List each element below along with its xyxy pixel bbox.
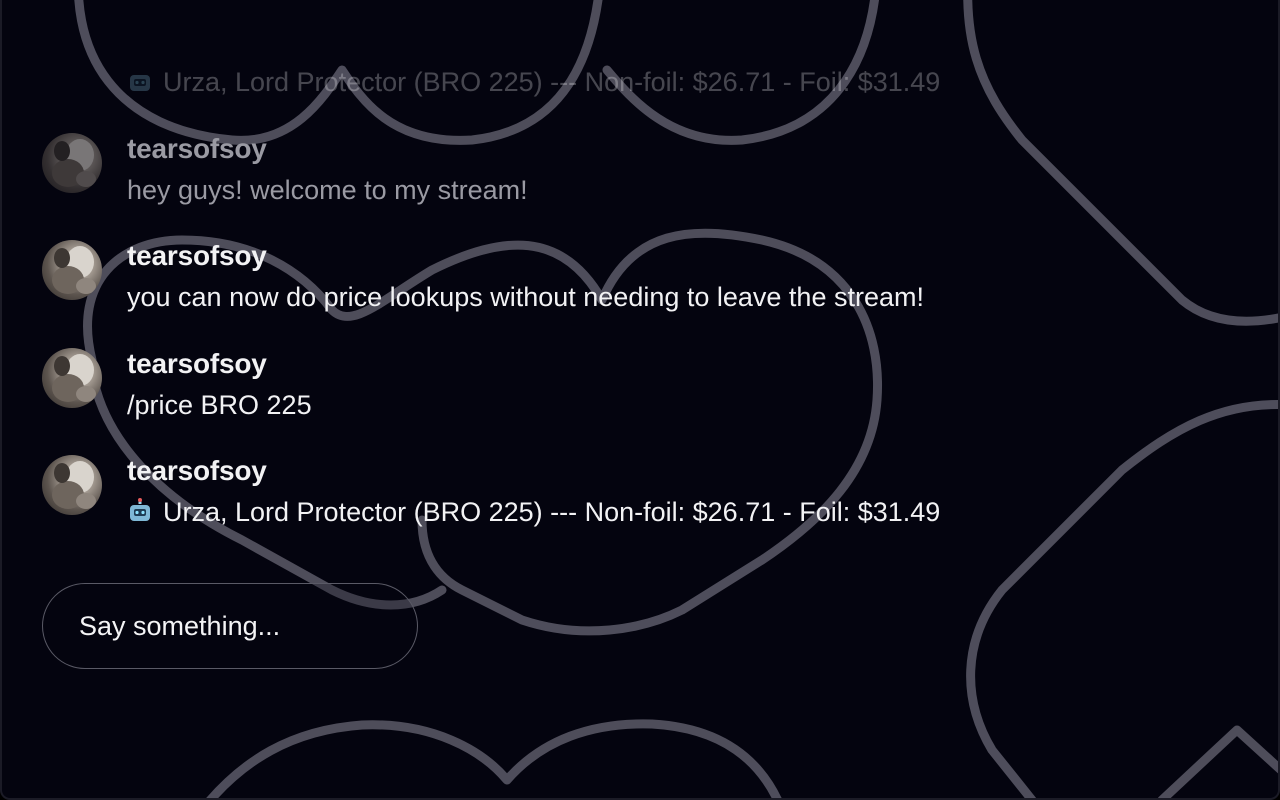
chat-message: Urza, Lord Protector (BRO 225) --- Non-f…: [42, 40, 1142, 130]
message-text: /price BRO 225: [127, 390, 312, 420]
message-text: hey guys! welcome to my stream!: [127, 175, 528, 205]
avatar[interactable]: [42, 133, 102, 193]
message-text-row: Urza, Lord Protector (BRO 225) --- Non-f…: [127, 67, 940, 98]
message-text-row: Urza, Lord Protector (BRO 225) --- Non-f…: [127, 497, 940, 528]
avatar[interactable]: [42, 348, 102, 408]
chat-overlay-window: Urza, Lord Protector (BRO 225) --- Non-f…: [0, 0, 1280, 800]
robot-icon: [130, 498, 150, 521]
chat-input-placeholder: Say something...: [79, 610, 281, 641]
chat-feed: Urza, Lord Protector (BRO 225) --- Non-f…: [2, 0, 1278, 798]
username: tearsofsoy: [127, 348, 267, 379]
avatar[interactable]: [42, 455, 102, 515]
message-text: you can now do price lookups without nee…: [127, 282, 924, 312]
username: tearsofsoy: [127, 133, 267, 164]
avatar[interactable]: [42, 240, 102, 300]
message-text: Urza, Lord Protector (BRO 225) --- Non-f…: [163, 497, 941, 527]
username: tearsofsoy: [127, 240, 267, 271]
chat-message: tearsofsoy Urza, Lord Protector (BRO 225…: [42, 455, 1142, 545]
message-text: Urza, Lord Protector (BRO 225) --- Non-f…: [163, 67, 941, 97]
chat-message: tearsofsoy you can now do price lookups …: [42, 240, 1142, 330]
chat-input[interactable]: Say something...: [42, 583, 418, 669]
robot-icon: [130, 75, 150, 91]
username: tearsofsoy: [127, 455, 267, 486]
chat-message: tearsofsoy hey guys! welcome to my strea…: [42, 133, 1142, 223]
chat-message: tearsofsoy /price BRO 225: [42, 348, 1142, 438]
